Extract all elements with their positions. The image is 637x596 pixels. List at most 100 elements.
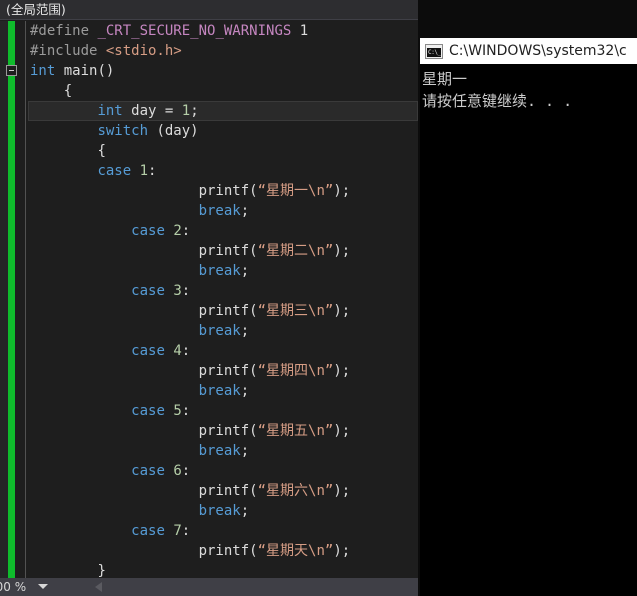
- chevron-down-icon: [38, 584, 48, 589]
- code-token: :: [148, 163, 157, 179]
- scope-navigation-bar[interactable]: (全局范围): [0, 0, 418, 20]
- code-token: int: [97, 103, 123, 119]
- zoom-level-label: 100 %: [0, 580, 27, 594]
- source-code-area[interactable]: #define _CRT_SECURE_NO_WARNINGS 1 #includ…: [6, 21, 418, 579]
- scroll-left-arrow-icon[interactable]: [95, 582, 102, 592]
- line-printf-5[interactable]: printf(“星期五\n”);: [28, 421, 418, 441]
- code-token: 2: [173, 223, 182, 239]
- line-main[interactable]: int main(): [6, 61, 418, 81]
- code-token: “星期六\n”: [257, 483, 334, 499]
- code-token: ;: [240, 503, 250, 519]
- code-token: int: [30, 63, 56, 79]
- line-break-4[interactable]: break;: [28, 381, 418, 401]
- code-token: printf(: [198, 423, 258, 439]
- code-token: case: [131, 463, 165, 479]
- code-token: printf(: [198, 483, 258, 499]
- code-token: 1: [139, 163, 149, 179]
- code-token: break: [198, 443, 241, 459]
- line-case-1[interactable]: case 1:: [28, 161, 418, 181]
- command-prompt-window[interactable]: C:\WINDOWS\system32\c 星期一请按任意键继续. . .: [420, 38, 637, 596]
- editor-status-bar: 100 %: [0, 578, 418, 596]
- unsaved-changes-indicator: [8, 21, 15, 578]
- code-token: {: [97, 143, 106, 159]
- code-token: );: [333, 423, 351, 439]
- console-title-bar[interactable]: C:\WINDOWS\system32\c: [420, 38, 637, 64]
- line-printf-3[interactable]: printf(“星期三\n”);: [28, 301, 418, 321]
- code-token: printf(: [198, 363, 258, 379]
- line-break-1[interactable]: break;: [28, 201, 418, 221]
- collapse-region-icon[interactable]: [6, 65, 17, 76]
- code-token: :: [181, 223, 191, 239]
- code-token: }: [97, 563, 106, 579]
- line-include[interactable]: #include <stdio.h>: [28, 41, 418, 61]
- line-printf-6[interactable]: printf(“星期六\n”);: [28, 481, 418, 501]
- line-case-7[interactable]: case 7:: [28, 521, 418, 541]
- editor-surface[interactable]: #define _CRT_SECURE_NO_WARNINGS 1 #includ…: [0, 21, 418, 579]
- code-token: “星期二\n”: [257, 243, 334, 259]
- code-editor-window: (全局范围) #define _CRT_SECURE_NO_WARNINGS 1…: [0, 0, 418, 596]
- line-case-5[interactable]: case 5:: [28, 401, 418, 421]
- code-token: ;: [240, 323, 250, 339]
- code-token: :: [181, 343, 191, 359]
- code-token: 1: [181, 103, 191, 119]
- code-token: 5: [173, 403, 182, 419]
- code-token: 3: [173, 283, 182, 299]
- line-break-5[interactable]: break;: [28, 441, 418, 461]
- zoom-level-dropdown[interactable]: 100 %: [0, 578, 68, 596]
- code-token: printf(: [198, 243, 258, 259]
- line-break-6[interactable]: break;: [28, 501, 418, 521]
- line-define[interactable]: #define _CRT_SECURE_NO_WARNINGS 1: [28, 21, 418, 41]
- code-token: break: [198, 263, 241, 279]
- line-break-2[interactable]: break;: [28, 261, 418, 281]
- code-token: <stdio.h>: [105, 43, 182, 59]
- console-title-text: C:\WINDOWS\system32\c: [449, 43, 627, 59]
- code-token: ;: [240, 383, 250, 399]
- code-token: printf(: [198, 543, 258, 559]
- line-open-sw[interactable]: {: [28, 141, 418, 161]
- line-case-6[interactable]: case 6:: [28, 461, 418, 481]
- code-token: switch: [97, 123, 149, 139]
- code-token: );: [333, 243, 351, 259]
- line-printf-1[interactable]: printf(“星期一\n”);: [28, 181, 418, 201]
- line-open-main[interactable]: {: [28, 81, 418, 101]
- code-token: “星期天\n”: [257, 543, 334, 559]
- code-token: ;: [190, 103, 199, 119]
- code-token: :: [181, 523, 191, 539]
- line-int-day[interactable]: int day = 1;: [28, 101, 418, 121]
- line-case-4[interactable]: case 4:: [28, 341, 418, 361]
- code-token: {: [63, 83, 73, 99]
- code-token: case: [97, 163, 132, 179]
- line-break-3[interactable]: break;: [28, 321, 418, 341]
- line-printf-2[interactable]: printf(“星期二\n”);: [28, 241, 418, 261]
- console-output-line: 请按任意键继续. . .: [422, 92, 573, 110]
- line-case-2[interactable]: case 2:: [28, 221, 418, 241]
- line-printf-4[interactable]: printf(“星期四\n”);: [28, 361, 418, 381]
- line-switch[interactable]: switch (day): [28, 121, 418, 141]
- code-token: #define: [30, 23, 98, 39]
- code-token: “星期五\n”: [257, 423, 334, 439]
- code-token: :: [181, 283, 191, 299]
- console-output-area[interactable]: 星期一 请按任意键继续. . .: [420, 64, 637, 112]
- line-printf-7[interactable]: printf(“星期天\n”);: [28, 541, 418, 561]
- line-case-3[interactable]: case 3:: [28, 281, 418, 301]
- gutter-spacer: [15, 21, 24, 578]
- code-token: 4: [173, 343, 182, 359]
- code-token: ;: [240, 263, 250, 279]
- code-token: case: [131, 343, 165, 359]
